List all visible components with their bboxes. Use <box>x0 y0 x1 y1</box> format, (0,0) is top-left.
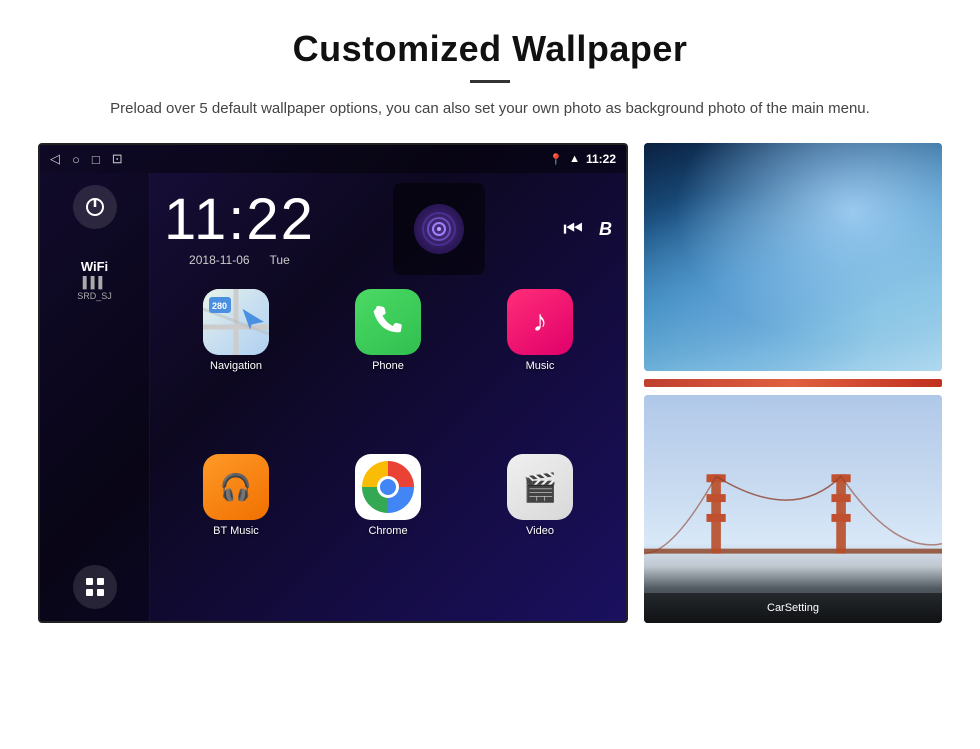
svg-text:280: 280 <box>212 301 227 311</box>
wifi-ssid: SRD_SJ <box>77 291 112 301</box>
music-note-icon: ♪ <box>533 305 548 339</box>
android-screen: ◁ ○ □ ⊡ 📍 ▲ 11:22 <box>38 143 628 623</box>
clock-date-value: 2018-11-06 <box>189 253 250 267</box>
navigation-app-icon: 280 <box>203 289 269 355</box>
music-app-icon: ♪ <box>507 289 573 355</box>
bridge-svg <box>644 395 942 623</box>
chrome-center <box>380 479 396 495</box>
phone-app-icon <box>355 289 421 355</box>
music-label: Music <box>526 360 555 372</box>
navigation-label: Navigation <box>210 360 262 372</box>
ice-wallpaper <box>644 143 942 371</box>
radio-icon <box>421 211 457 247</box>
carsetting-area: CarSetting <box>644 593 942 623</box>
chrome-label: Chrome <box>368 525 407 537</box>
power-icon <box>85 197 105 217</box>
back-icon[interactable]: ◁ <box>50 151 60 167</box>
next-placeholder: B <box>599 219 612 240</box>
phone-svg <box>371 305 405 339</box>
phone-label: Phone <box>372 360 404 372</box>
media-icon <box>414 204 464 254</box>
app-bt-music[interactable]: 🎧 BT Music <box>164 454 308 611</box>
app-grid: 280 Navigation <box>164 289 612 611</box>
map-svg: 280 <box>203 289 269 355</box>
clock-area: 11:22 2018-11-06 Tue <box>164 183 612 275</box>
recent-icon[interactable]: □ <box>92 152 100 167</box>
app-chrome[interactable]: Chrome <box>316 454 460 611</box>
apps-button[interactable] <box>73 565 117 609</box>
nav-buttons: ◁ ○ □ ⊡ <box>50 151 123 167</box>
app-music[interactable]: ♪ Music <box>468 289 612 446</box>
app-video[interactable]: 🎬 Video <box>468 454 612 611</box>
wallpaper-top <box>644 143 942 371</box>
page-title: Customized Wallpaper <box>60 28 920 70</box>
clapper-icon: 🎬 <box>523 471 558 504</box>
video-label: Video <box>526 525 554 537</box>
clock-date: 2018-11-06 Tue <box>164 253 315 267</box>
page-subtitle: Preload over 5 default wallpaper options… <box>90 97 890 121</box>
grid-icon <box>84 576 106 598</box>
wifi-label: WiFi <box>77 259 112 275</box>
wallpaper-strip <box>644 379 942 387</box>
chrome-app-icon <box>355 454 421 520</box>
screen-center: 11:22 2018-11-06 Tue <box>150 173 626 621</box>
status-right: 📍 ▲ 11:22 <box>549 152 616 166</box>
wifi-status-icon: ▲ <box>569 153 580 165</box>
title-divider <box>470 80 510 83</box>
power-button[interactable] <box>73 185 117 229</box>
chrome-circle <box>362 461 414 513</box>
clock-day: Tue <box>270 253 290 267</box>
bt-app-icon: 🎧 <box>203 454 269 520</box>
wallpaper-previews: CarSetting <box>644 143 942 623</box>
clock-block: 11:22 2018-11-06 Tue <box>164 191 315 267</box>
app-phone[interactable]: Phone <box>316 289 460 446</box>
video-app-icon: 🎬 <box>507 454 573 520</box>
wifi-block: WiFi ▌▌▌ SRD_SJ <box>77 259 112 301</box>
media-controls: ⏮ B <box>563 216 612 242</box>
headphones-icon: 🎧 <box>220 472 252 503</box>
home-icon[interactable]: ○ <box>72 152 80 167</box>
clock-time: 11:22 <box>164 191 315 249</box>
screenshot-icon[interactable]: ⊡ <box>112 151 123 167</box>
screen-main: WiFi ▌▌▌ SRD_SJ <box>40 173 626 621</box>
location-icon: 📍 <box>549 153 563 166</box>
prev-icon[interactable]: ⏮ <box>563 216 583 242</box>
wifi-bars: ▌▌▌ <box>77 277 112 289</box>
wallpaper-bottom: CarSetting <box>644 395 942 623</box>
status-bar: ◁ ○ □ ⊡ 📍 ▲ 11:22 <box>40 145 626 173</box>
sidebar: WiFi ▌▌▌ SRD_SJ <box>40 173 150 621</box>
page-header: Customized Wallpaper Preload over 5 defa… <box>0 0 980 133</box>
app-navigation[interactable]: 280 Navigation <box>164 289 308 446</box>
content-area: ◁ ○ □ ⊡ 📍 ▲ 11:22 <box>0 133 980 623</box>
bt-label: BT Music <box>213 525 259 537</box>
media-widget <box>393 183 485 275</box>
carsetting-label: CarSetting <box>767 602 819 614</box>
status-time: 11:22 <box>586 152 616 166</box>
